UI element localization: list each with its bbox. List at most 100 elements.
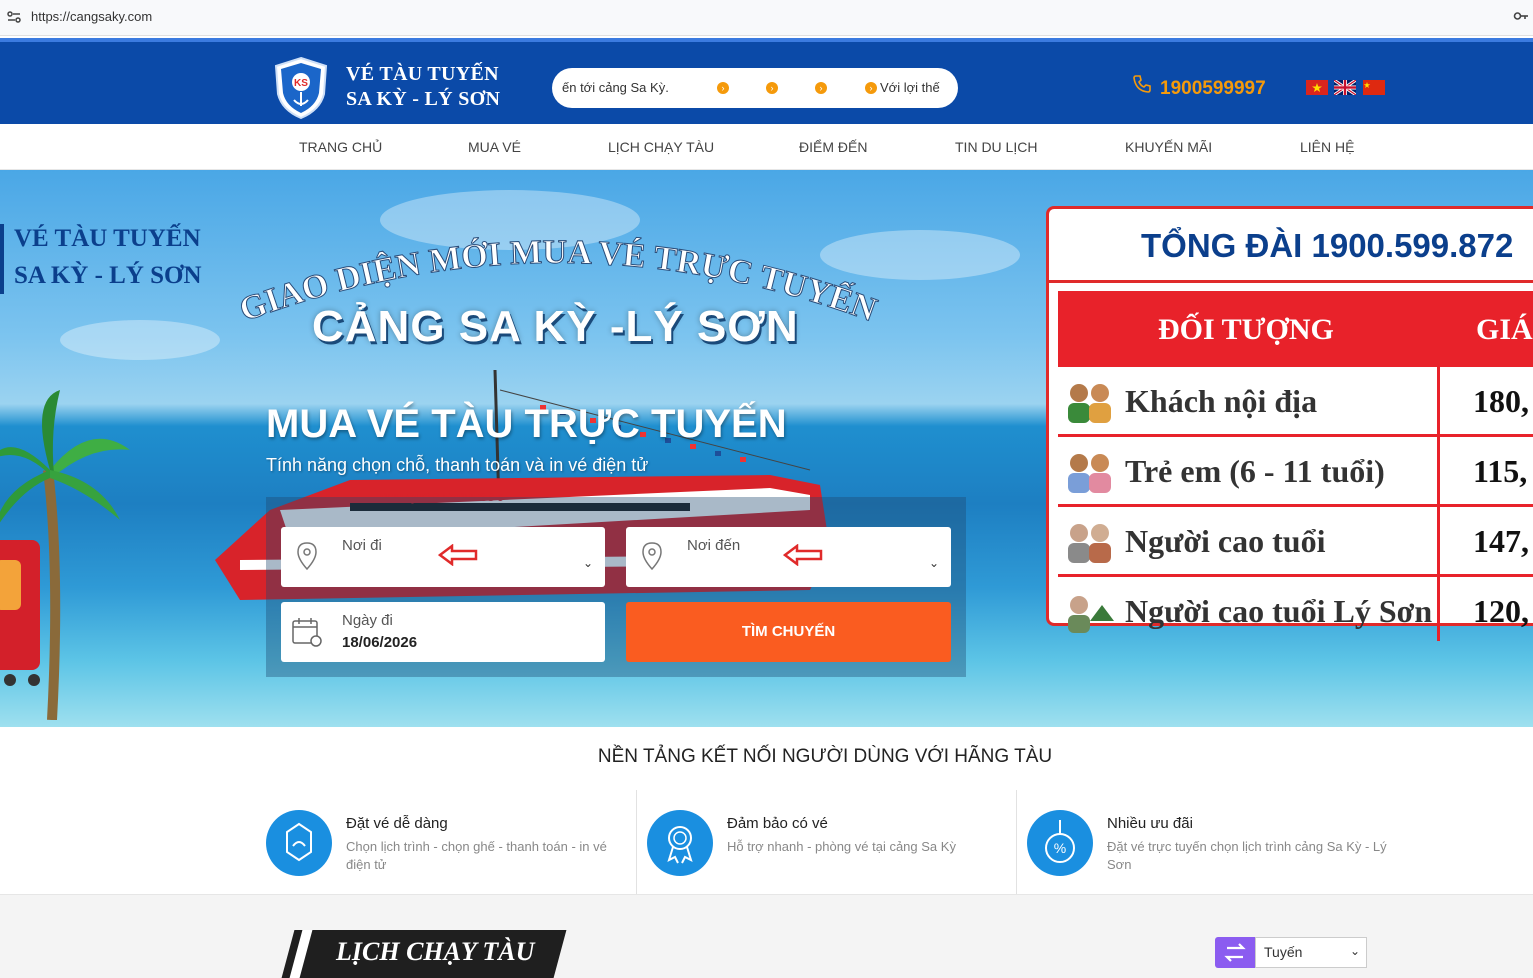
row-price: 147, <box>1473 523 1529 559</box>
main-nav: TRANG CHỦ MUA VÉ LỊCH CHẠY TÀU ĐIỂM ĐẾN … <box>0 124 1533 170</box>
phone-icon <box>1132 74 1154 100</box>
vietnam-flag-icon[interactable] <box>1306 80 1328 95</box>
feature-divider <box>636 790 637 894</box>
hero-brand: VÉ TÀU TUYẾN SA KỲ - LÝ SƠN <box>0 220 202 294</box>
feature-title: Đặt vé dễ dàng <box>346 815 448 832</box>
location-pin-icon <box>297 542 317 571</box>
svg-text:KS: KS <box>294 78 308 89</box>
language-flags <box>1306 78 1387 98</box>
table-row: Khách nội địa 180, <box>1058 367 1533 437</box>
port-title: CẢNG SA KỲ -LÝ SƠN <box>312 302 799 351</box>
marquee-bullet-icon: › <box>815 82 827 94</box>
swap-arrows-icon <box>1224 943 1246 962</box>
location-pin-icon <box>642 542 662 571</box>
row-price: 120, <box>1473 593 1529 629</box>
col-price-header: GIÁ <box>1476 313 1533 346</box>
hotline[interactable]: 1900599997 <box>1132 74 1266 100</box>
marquee-bullet-icon: › <box>766 82 778 94</box>
chevron-down-icon: ⌄ <box>928 556 939 570</box>
row-price: 180, <box>1473 383 1529 419</box>
discount-tag-icon: % <box>1027 810 1093 876</box>
nav-item-home[interactable]: TRANG CHỦ <box>299 139 382 155</box>
booking-hands-icon <box>266 810 332 876</box>
hero-banner: VÉ TÀU TUYẾN SA KỲ - LÝ SƠN GIAO DIỆN MỚ… <box>0 170 1533 727</box>
calendar-icon <box>292 618 322 647</box>
red-arrow-annotation-icon <box>438 544 478 566</box>
route-select[interactable]: Tuyến ⌄ <box>1255 937 1367 968</box>
password-key-icon[interactable] <box>1513 8 1529 24</box>
swap-route-button[interactable] <box>1215 937 1255 968</box>
destination-placeholder: Nơi đến <box>687 537 741 554</box>
nav-item-schedule[interactable]: LỊCH CHẠY TÀU <box>608 139 714 155</box>
header-brand-line1: VÉ TÀU TUYẾN <box>346 63 499 85</box>
hero-brand-line1: VÉ TÀU TUYẾN <box>14 225 201 252</box>
children-icon <box>1068 454 1111 493</box>
date-label: Ngày đi <box>342 612 393 629</box>
row-label: Trẻ em (6 - 11 tuổi) <box>1125 453 1385 489</box>
feature-desc: Hỗ trợ nhanh - phòng vé tại cảng Sa Kỳ <box>727 839 956 854</box>
feature-title: Nhiều ưu đãi <box>1107 815 1193 832</box>
cang-sa-ky-logo[interactable]: KS <box>274 56 328 120</box>
header-brand[interactable]: VÉ TÀU TUYẾN SA KỲ - LÝ SƠN <box>346 62 500 112</box>
table-row: Người cao tuổi 147, <box>1058 507 1533 577</box>
price-board: TỔNG ĐÀI 1900.599.872 ĐỐI TƯỢNG GIÁ Khác… <box>1046 206 1533 641</box>
destination-select[interactable]: Nơi đến ⌄ <box>626 527 951 587</box>
chevron-down-icon: ⌄ <box>582 556 593 570</box>
row-label: Người cao tuổi Lý Sơn <box>1125 593 1433 629</box>
nav-item-contact[interactable]: LIÊN HỆ <box>1300 139 1354 155</box>
col-object-header: ĐỐI TƯỢNG <box>1158 313 1334 346</box>
suitcase-image <box>0 520 48 690</box>
feature-desc: Đặt vé trực tuyến chọn lịch trình cảng S… <box>1107 839 1387 872</box>
url-text[interactable]: https://cangsaky.com <box>31 9 152 24</box>
buy-ticket-title: MUA VÉ TÀU TRỰC TUYẾN <box>266 402 787 446</box>
browser-address-bar: https://cangsaky.com <box>0 0 1533 36</box>
board-hotline-title: TỔNG ĐÀI 1900.599.872 <box>1141 227 1514 264</box>
feature-divider <box>1016 790 1017 894</box>
departure-date-field[interactable]: Ngày đi 18/06/2026 <box>281 602 605 662</box>
row-price: 115, <box>1473 453 1528 489</box>
departure-select[interactable]: Nơi đi ⌄ <box>281 527 605 587</box>
uk-flag-icon[interactable] <box>1333 78 1358 97</box>
marquee-bullet-icon: › <box>865 82 877 94</box>
site-settings-icon[interactable] <box>6 9 22 25</box>
couple-icon <box>1068 384 1111 423</box>
site-header: KS VÉ TÀU TUYẾN SA KỲ - LÝ SƠN ến tới cả… <box>0 38 1533 124</box>
elderly-ly-son-icon <box>1068 596 1114 633</box>
badge-award-icon <box>647 810 713 876</box>
header-brand-line2: SA KỲ - LÝ SƠN <box>346 88 501 110</box>
feature-title: Đảm bảo có vé <box>727 815 828 832</box>
china-flag-icon[interactable] <box>1362 80 1385 95</box>
ticket-search-form: Nơi đi ⌄ Nơi đến ⌄ Ngày đi 18/06/2026 TÌ… <box>266 497 966 677</box>
nav-item-destinations[interactable]: ĐIỂM ĐẾN <box>799 139 867 155</box>
marquee-text: Với lợi thế <box>880 80 940 95</box>
route-select-value: Tuyến <box>1264 944 1303 960</box>
features-title: NỀN TẢNG KẾT NỐI NGƯỜI DÙNG VỚI HÃNG TÀU <box>597 746 1053 767</box>
price-table-column-divider <box>1437 291 1440 641</box>
departure-placeholder: Nơi đi <box>342 537 382 554</box>
board-divider <box>1049 280 1533 283</box>
date-value: 18/06/2026 <box>342 634 418 651</box>
table-row: Trẻ em (6 - 11 tuổi) 115, <box>1058 437 1533 507</box>
nav-item-promotions[interactable]: KHUYẾN MÃI <box>1125 139 1212 155</box>
chevron-down-icon: ⌄ <box>1349 944 1360 958</box>
feature-desc: Chọn lịch trình - chọn ghế - thanh toán … <box>346 839 607 872</box>
cloud-decoration <box>60 320 220 360</box>
schedule-title: LỊCH CHẠY TÀU <box>336 937 535 966</box>
buy-ticket-subtitle: Tính năng chọn chỗ, thanh toán và in vé … <box>266 455 649 475</box>
hero-brand-line2: SA KỲ - LÝ SƠN <box>14 262 202 289</box>
row-label: Người cao tuổi <box>1125 523 1326 559</box>
price-table: ĐỐI TƯỢNG GIÁ Khách nội địa 180, Trẻ em … <box>1058 291 1533 643</box>
elderly-icon <box>1068 524 1111 563</box>
nav-item-buy-ticket[interactable]: MUA VÉ <box>468 139 521 155</box>
news-marquee: ến tới cảng Sa Kỳ. › › › › Với lợi thế <box>552 68 958 108</box>
find-trip-button[interactable]: TÌM CHUYẾN <box>626 602 951 662</box>
price-table-header: ĐỐI TƯỢNG GIÁ <box>1058 291 1533 367</box>
row-label: Khách nội địa <box>1125 383 1318 419</box>
red-arrow-annotation-icon <box>783 544 823 566</box>
hotline-number: 1900599997 <box>1160 78 1266 99</box>
svg-text:%: % <box>1054 840 1066 856</box>
nav-item-travel-news[interactable]: TIN DU LỊCH <box>955 139 1037 155</box>
marquee-bullet-icon: › <box>717 82 729 94</box>
table-row: Người cao tuổi Lý Sơn 120, <box>1058 577 1533 647</box>
marquee-text: ến tới cảng Sa Kỳ. <box>562 80 669 95</box>
